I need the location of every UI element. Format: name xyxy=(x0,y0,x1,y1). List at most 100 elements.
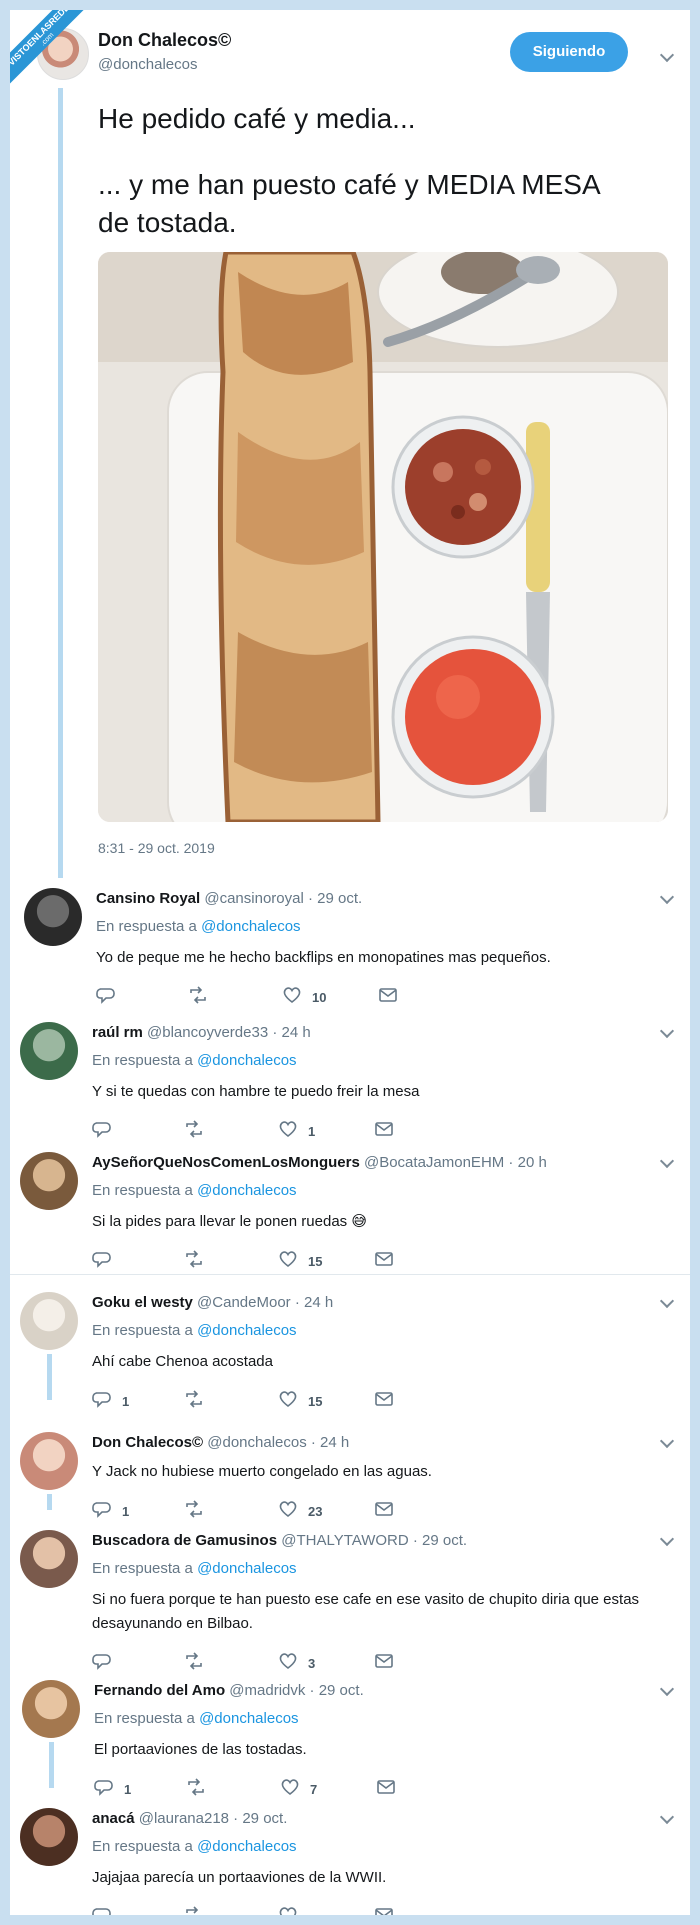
reply-author[interactable]: anacá @laurana218 · 29 oct. xyxy=(92,1810,287,1827)
reply-author[interactable]: Cansino Royal @cansinoroyal · 29 oct. xyxy=(96,890,362,907)
in-reply-to-label: En respuesta a xyxy=(96,918,197,935)
reply-button[interactable] xyxy=(92,1120,122,1140)
mention-link[interactable]: @donchalecos xyxy=(197,1838,296,1855)
reply-author-name[interactable]: Goku el westy xyxy=(92,1294,193,1311)
reply-button[interactable] xyxy=(92,1652,122,1672)
direct-message-button[interactable] xyxy=(376,1778,396,1798)
retweet-button[interactable] xyxy=(186,1778,206,1798)
toast-photo-icon xyxy=(98,252,668,822)
mention-link[interactable]: @donchalecos xyxy=(197,1560,296,1577)
reply-author-name[interactable]: Cansino Royal xyxy=(96,890,200,907)
like-button[interactable]: 7 xyxy=(280,1778,317,1798)
reply-icon xyxy=(92,1120,112,1143)
reply-button[interactable]: 1 xyxy=(94,1778,131,1798)
in-reply-to-label: En respuesta a xyxy=(92,1052,193,1069)
like-button[interactable]: 15 xyxy=(278,1390,322,1410)
in-reply-to-label: En respuesta a xyxy=(92,1838,193,1855)
avatar[interactable] xyxy=(20,1530,78,1588)
direct-message-button[interactable] xyxy=(374,1390,394,1410)
chevron-down-icon[interactable] xyxy=(659,1023,675,1039)
chevron-down-icon[interactable] xyxy=(659,1809,675,1825)
chevron-down-icon[interactable] xyxy=(659,1531,675,1547)
author-handle[interactable]: @donchalecos xyxy=(98,56,197,73)
mention-link[interactable]: @donchalecos xyxy=(201,918,300,935)
thread-line xyxy=(49,1742,54,1788)
like-button[interactable]: 10 xyxy=(282,986,326,1006)
retweet-icon xyxy=(186,1778,206,1801)
chevron-down-icon[interactable] xyxy=(659,889,675,905)
direct-message-button[interactable] xyxy=(374,1906,394,1915)
reply-author[interactable]: Fernando del Amo @madridvk · 29 oct. xyxy=(94,1682,364,1699)
reply-author[interactable]: Goku el westy @CandeMoor · 24 h xyxy=(92,1294,333,1311)
direct-message-button[interactable] xyxy=(374,1250,394,1270)
chevron-down-icon[interactable] xyxy=(659,1433,675,1449)
reply-tweet: Cansino Royal @cansinoroyal · 29 oct. En … xyxy=(10,880,690,1010)
avatar[interactable] xyxy=(20,1292,78,1350)
direct-message-button[interactable] xyxy=(374,1500,394,1520)
reply-author-name[interactable]: Don Chalecos© xyxy=(92,1434,203,1451)
avatar[interactable] xyxy=(20,1152,78,1210)
in-reply-to: En respuesta a @donchalecos xyxy=(92,1322,297,1339)
reply-author[interactable]: AySeñorQueNosComenLosMonguers @BocataJam… xyxy=(92,1154,547,1171)
direct-message-button[interactable] xyxy=(378,986,398,1006)
reply-author-meta: @donchalecos · 24 h xyxy=(207,1434,350,1451)
reply-button[interactable] xyxy=(92,1250,122,1270)
author-name[interactable]: Don Chalecos© xyxy=(98,30,231,51)
like-button[interactable]: 15 xyxy=(278,1250,322,1270)
reply-author[interactable]: raúl rm @blancoyverde33 · 24 h xyxy=(92,1024,311,1041)
retweet-button[interactable] xyxy=(184,1500,204,1520)
reply-author-name[interactable]: AySeñorQueNosComenLosMonguers xyxy=(92,1154,360,1171)
retweet-button[interactable] xyxy=(184,1652,204,1672)
mail-icon xyxy=(378,986,398,1009)
mention-link[interactable]: @donchalecos xyxy=(199,1710,298,1727)
in-reply-to-label: En respuesta a xyxy=(92,1560,193,1577)
like-button[interactable] xyxy=(278,1906,308,1915)
mail-icon xyxy=(374,1390,394,1413)
avatar[interactable] xyxy=(24,888,82,946)
retweet-icon xyxy=(184,1390,204,1413)
reply-author[interactable]: Buscadora de Gamusinos @THALYTAWORD · 29… xyxy=(92,1532,467,1549)
tweet-timestamp[interactable]: 8:31 - 29 oct. 2019 xyxy=(98,840,215,856)
following-button[interactable]: Siguiendo xyxy=(510,32,628,72)
reply-text: Y si te quedas con hambre te puedo freir… xyxy=(92,1083,420,1100)
reply-button[interactable]: 1 xyxy=(92,1390,129,1410)
chevron-down-icon[interactable] xyxy=(659,47,675,63)
mail-icon xyxy=(374,1250,394,1273)
retweet-button[interactable] xyxy=(184,1906,204,1915)
heart-icon xyxy=(278,1250,298,1273)
reply-button[interactable] xyxy=(92,1906,122,1915)
retweet-button[interactable] xyxy=(184,1250,204,1270)
avatar[interactable] xyxy=(20,1432,78,1490)
like-button[interactable]: 3 xyxy=(278,1652,315,1672)
chevron-down-icon[interactable] xyxy=(659,1681,675,1697)
action-count: 7 xyxy=(310,1781,318,1797)
mention-link[interactable]: @donchalecos xyxy=(197,1052,296,1069)
like-button[interactable]: 1 xyxy=(278,1120,315,1140)
reply-author-name[interactable]: Fernando del Amo xyxy=(94,1682,225,1699)
reply-text: Jajajaa parecía un portaaviones de la WW… xyxy=(92,1869,387,1886)
like-button[interactable]: 23 xyxy=(278,1500,322,1520)
direct-message-button[interactable] xyxy=(374,1120,394,1140)
tweet-photo[interactable] xyxy=(98,252,668,822)
reply-author-name[interactable]: raúl rm xyxy=(92,1024,143,1041)
reply-author-name[interactable]: Buscadora de Gamusinos xyxy=(92,1532,277,1549)
reply-button[interactable] xyxy=(96,986,126,1006)
chevron-down-icon[interactable] xyxy=(659,1153,675,1169)
avatar[interactable] xyxy=(22,1680,80,1738)
avatar[interactable] xyxy=(20,1808,78,1866)
retweet-button[interactable] xyxy=(184,1390,204,1410)
reply-icon xyxy=(92,1906,112,1915)
reply-tweet: raúl rm @blancoyverde33 · 24 h En respues… xyxy=(10,1014,690,1144)
thread-line xyxy=(47,1354,52,1400)
avatar[interactable] xyxy=(20,1022,78,1080)
reply-author-name[interactable]: anacá xyxy=(92,1810,135,1827)
reply-author[interactable]: Don Chalecos© @donchalecos · 24 h xyxy=(92,1434,349,1451)
reply-button[interactable]: 1 xyxy=(92,1500,129,1520)
mention-link[interactable]: @donchalecos xyxy=(197,1182,296,1199)
retweet-button[interactable] xyxy=(184,1120,204,1140)
retweet-button[interactable] xyxy=(188,986,208,1006)
chevron-down-icon[interactable] xyxy=(659,1293,675,1309)
direct-message-button[interactable] xyxy=(374,1652,394,1672)
action-count: 15 xyxy=(308,1253,323,1269)
mention-link[interactable]: @donchalecos xyxy=(197,1322,296,1339)
